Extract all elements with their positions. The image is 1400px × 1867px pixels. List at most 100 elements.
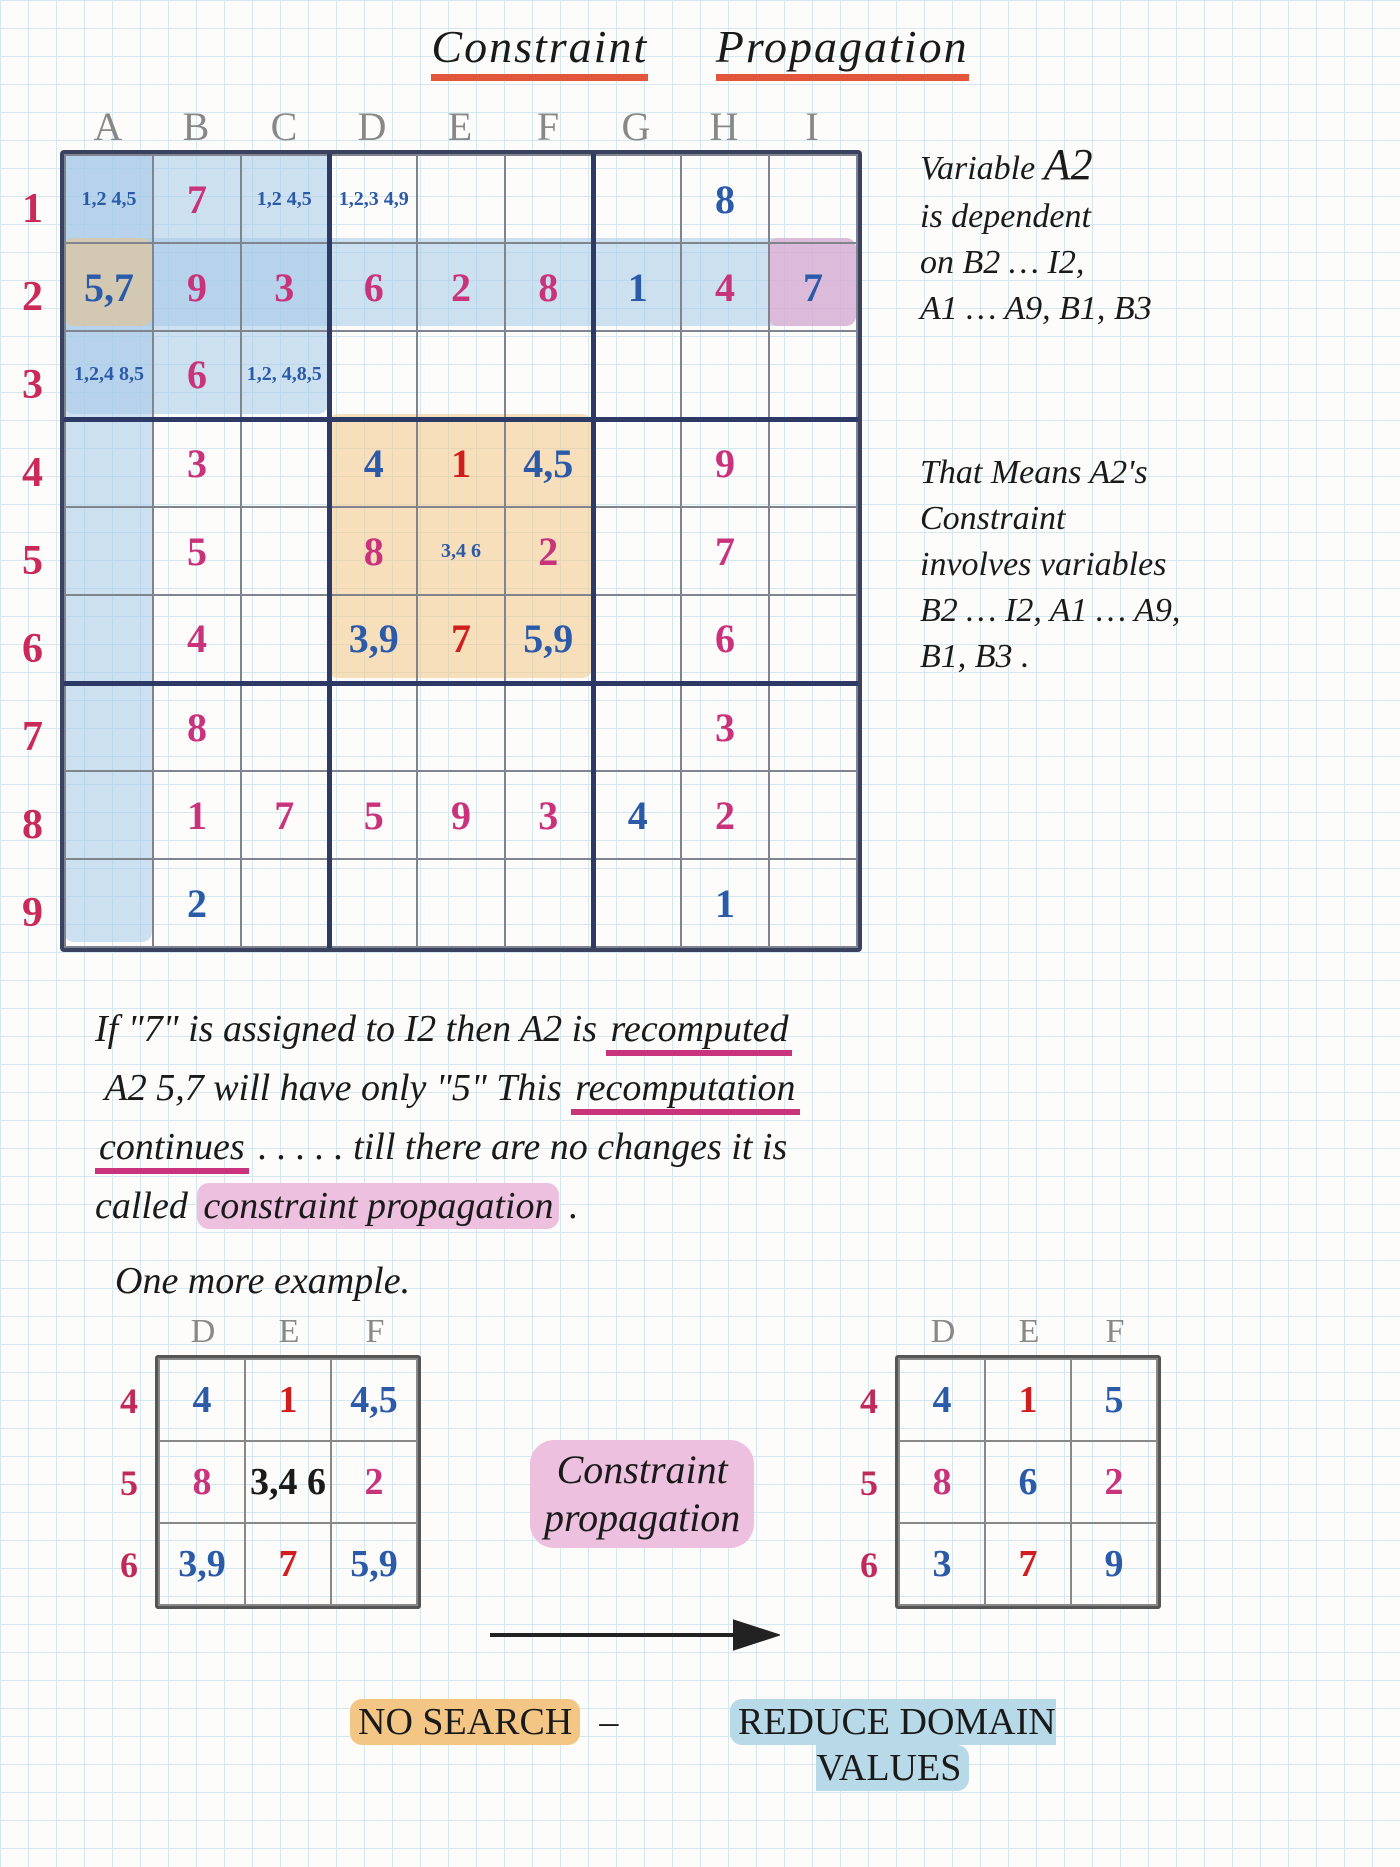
row-label: 1 — [22, 165, 43, 253]
grid-cell — [505, 331, 593, 419]
grid-cell: 4 — [593, 771, 681, 859]
col-label: C — [240, 103, 328, 150]
grid-cell: 8 — [159, 1441, 245, 1523]
mini-left-rows: 456 — [120, 1360, 138, 1606]
grid-cell — [65, 683, 153, 771]
grid-cell: 4 — [899, 1359, 985, 1441]
grid-cell: 4,5 — [331, 1359, 417, 1441]
grid-cell — [593, 683, 681, 771]
title-word-2: Propagation — [716, 21, 969, 81]
grid-cell: 6 — [681, 595, 769, 683]
grid-cell: 5,9 — [505, 595, 593, 683]
grid-cell — [593, 155, 681, 243]
grid-cell: 1,2 4,5 — [65, 155, 153, 243]
grid-cell: 7 — [769, 243, 857, 331]
row-label: 8 — [22, 781, 43, 869]
grid-cell: 1 — [245, 1359, 331, 1441]
col-label: B — [152, 103, 240, 150]
grid-cell: 2 — [153, 859, 241, 947]
grid-cell: 4 — [159, 1359, 245, 1441]
grid-cell — [593, 331, 681, 419]
grid-cell: 1,2, 4,8,5 — [241, 331, 329, 419]
row-label: 9 — [22, 869, 43, 957]
col-label: H — [680, 103, 768, 150]
grid-cell: 8 — [153, 683, 241, 771]
grid-cell — [769, 683, 857, 771]
grid-cell: 2 — [331, 1441, 417, 1523]
grid-cell: 1 — [417, 419, 505, 507]
grid-cell: 3,4 6 — [417, 507, 505, 595]
grid-cell — [241, 859, 329, 947]
grid-cell — [681, 331, 769, 419]
grid-cell: 3,4 6 — [245, 1441, 331, 1523]
mini-grid-after: 415 862 379 — [895, 1355, 1161, 1609]
grid-cell — [241, 507, 329, 595]
grid-cell — [417, 331, 505, 419]
grid-cell: 4 — [153, 595, 241, 683]
grid-cell — [329, 683, 417, 771]
grid-cell: 4,5 — [505, 419, 593, 507]
row-label: 5 — [22, 517, 43, 605]
grid-cell — [65, 771, 153, 859]
grid-cell: 8 — [899, 1441, 985, 1523]
grid-cell: 8 — [505, 243, 593, 331]
grid-cell — [417, 859, 505, 947]
grid-cell: 3 — [899, 1523, 985, 1605]
grid-cell: 1,2 4,5 — [241, 155, 329, 243]
note-a2-constraint: That Means A2's Constraint involves vari… — [920, 450, 1380, 679]
grid-cell — [769, 595, 857, 683]
grid-cell: 5 — [329, 771, 417, 859]
grid-cell: 2 — [417, 243, 505, 331]
page-title: Constraint Propagation — [0, 20, 1400, 73]
grid-cell — [593, 419, 681, 507]
cp-label: Constraintpropagation — [530, 1440, 754, 1548]
reduce-domain-label: REDUCE DOMAINVALUES — [730, 1700, 1056, 1791]
grid-cell — [769, 155, 857, 243]
col-label: E — [416, 103, 504, 150]
grid-cell: 7 — [241, 771, 329, 859]
mini-right-cols: DEF — [900, 1313, 1158, 1351]
grid-cell: 2 — [681, 771, 769, 859]
grid-cell: 3 — [681, 683, 769, 771]
title-word-1: Constraint — [431, 21, 648, 81]
grid-cell: 3 — [505, 771, 593, 859]
grid-cell — [241, 683, 329, 771]
mini-right-rows: 456 — [860, 1360, 878, 1606]
grid-cell — [241, 595, 329, 683]
grid-cell: 7 — [417, 595, 505, 683]
grid-cell — [505, 683, 593, 771]
grid-cell: 8 — [329, 507, 417, 595]
grid-row-headers: 1 2 3 4 5 6 7 8 9 — [22, 165, 43, 957]
grid-cell: 5 — [1071, 1359, 1157, 1441]
one-more-example: One more example. — [115, 1252, 1315, 1311]
grid-cell: 7 — [245, 1523, 331, 1605]
grid-cell: 1 — [593, 243, 681, 331]
grid-column-headers: ABCDEFGHI — [64, 103, 856, 150]
grid-cell: 7 — [985, 1523, 1071, 1605]
grid-cell — [329, 859, 417, 947]
grid-cell: 1 — [153, 771, 241, 859]
grid-cell — [769, 507, 857, 595]
grid-cell — [505, 155, 593, 243]
grid-cell: 3,9 — [159, 1523, 245, 1605]
grid-cell: 4 — [681, 243, 769, 331]
grid-cell — [241, 419, 329, 507]
row-label: 7 — [22, 693, 43, 781]
col-label: G — [592, 103, 680, 150]
grid-cell: 3,9 — [329, 595, 417, 683]
grid-cell — [65, 507, 153, 595]
grid-cell: 9 — [1071, 1523, 1157, 1605]
col-label: A — [64, 103, 152, 150]
grid-cell: 6 — [153, 331, 241, 419]
grid-cell: 1 — [985, 1359, 1071, 1441]
grid-cell: 5,9 — [331, 1523, 417, 1605]
grid-cell — [769, 419, 857, 507]
grid-cell: 8 — [681, 155, 769, 243]
row-label: 3 — [22, 341, 43, 429]
sudoku-grid: 1,2 4,571,2 4,51,2,3 4,985,7936281471,2,… — [60, 150, 862, 952]
grid-cell: 1 — [681, 859, 769, 947]
col-label: D — [328, 103, 416, 150]
grid-cell: 2 — [1071, 1441, 1157, 1523]
grid-cell: 6 — [985, 1441, 1071, 1523]
grid-cell — [769, 331, 857, 419]
